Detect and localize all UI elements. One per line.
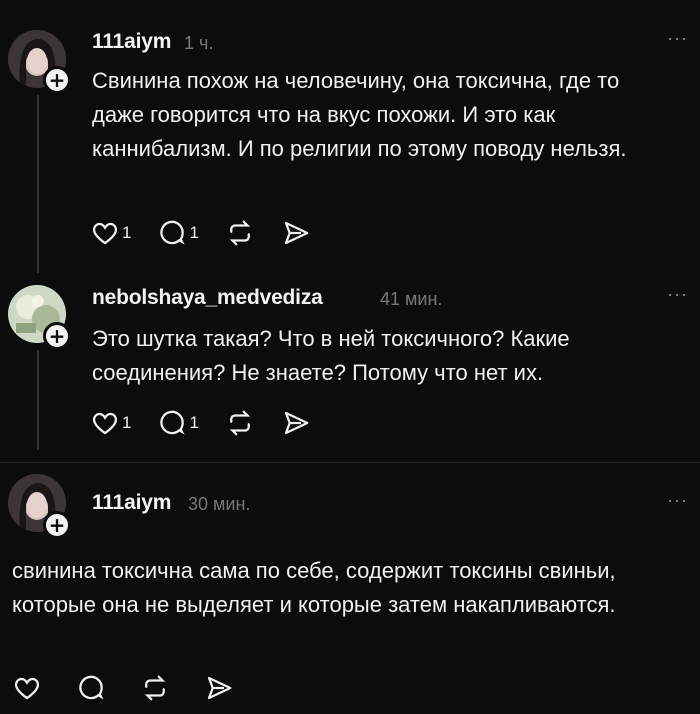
- heart-icon: [90, 408, 120, 438]
- follow-plus-button[interactable]: +: [43, 66, 71, 94]
- action-bar: [12, 673, 260, 703]
- repost-button[interactable]: [225, 218, 255, 248]
- repost-icon: [140, 673, 170, 703]
- like-button[interactable]: 1: [90, 408, 131, 438]
- heart-icon: [12, 673, 42, 703]
- like-count: 1: [122, 223, 132, 242]
- reply-button[interactable]: 1: [157, 408, 199, 438]
- username[interactable]: 111aiym: [92, 30, 171, 54]
- timestamp: 30 мин.: [188, 494, 251, 514]
- repost-button[interactable]: [140, 673, 170, 703]
- repost-icon: [225, 408, 255, 438]
- comment-icon: [76, 673, 106, 703]
- action-bar: 1 1: [90, 218, 337, 248]
- like-button[interactable]: 1: [90, 218, 131, 248]
- heart-icon: [90, 218, 120, 248]
- reply-count: 1: [189, 223, 199, 242]
- post-text: Это шутка такая? Что в ней токсичного? К…: [92, 326, 570, 385]
- reply-count: 1: [189, 413, 199, 432]
- share-button[interactable]: [281, 218, 311, 248]
- comment-icon: [157, 408, 187, 438]
- post-text: свинина токсична сама по себе, содержит …: [12, 558, 616, 617]
- share-icon: [204, 673, 234, 703]
- follow-plus-button[interactable]: +: [43, 511, 71, 539]
- comment-icon: [157, 218, 187, 248]
- more-options-button[interactable]: ···: [667, 284, 688, 305]
- thread-line: [37, 95, 39, 273]
- post-text: Свинина похож на человечину, она токсичн…: [92, 68, 627, 161]
- timestamp: 41 мин.: [380, 289, 443, 309]
- username[interactable]: nebolshaya_medvediza: [92, 286, 323, 310]
- reply-button[interactable]: 1: [157, 218, 199, 248]
- follow-plus-button[interactable]: +: [43, 322, 71, 350]
- timestamp: 1 ч.: [184, 33, 214, 53]
- share-icon: [281, 218, 311, 248]
- reply-button[interactable]: [76, 673, 106, 703]
- repost-icon: [225, 218, 255, 248]
- action-bar: 1 1: [90, 408, 337, 438]
- more-options-button[interactable]: ···: [667, 28, 688, 49]
- divider: [0, 462, 700, 463]
- username[interactable]: 111aiym: [92, 491, 171, 515]
- share-button[interactable]: [281, 408, 311, 438]
- share-button[interactable]: [204, 673, 234, 703]
- repost-button[interactable]: [225, 408, 255, 438]
- share-icon: [281, 408, 311, 438]
- thread-line: [37, 350, 39, 450]
- more-options-button[interactable]: ···: [667, 490, 688, 511]
- like-count: 1: [122, 413, 132, 432]
- like-button[interactable]: [12, 673, 42, 703]
